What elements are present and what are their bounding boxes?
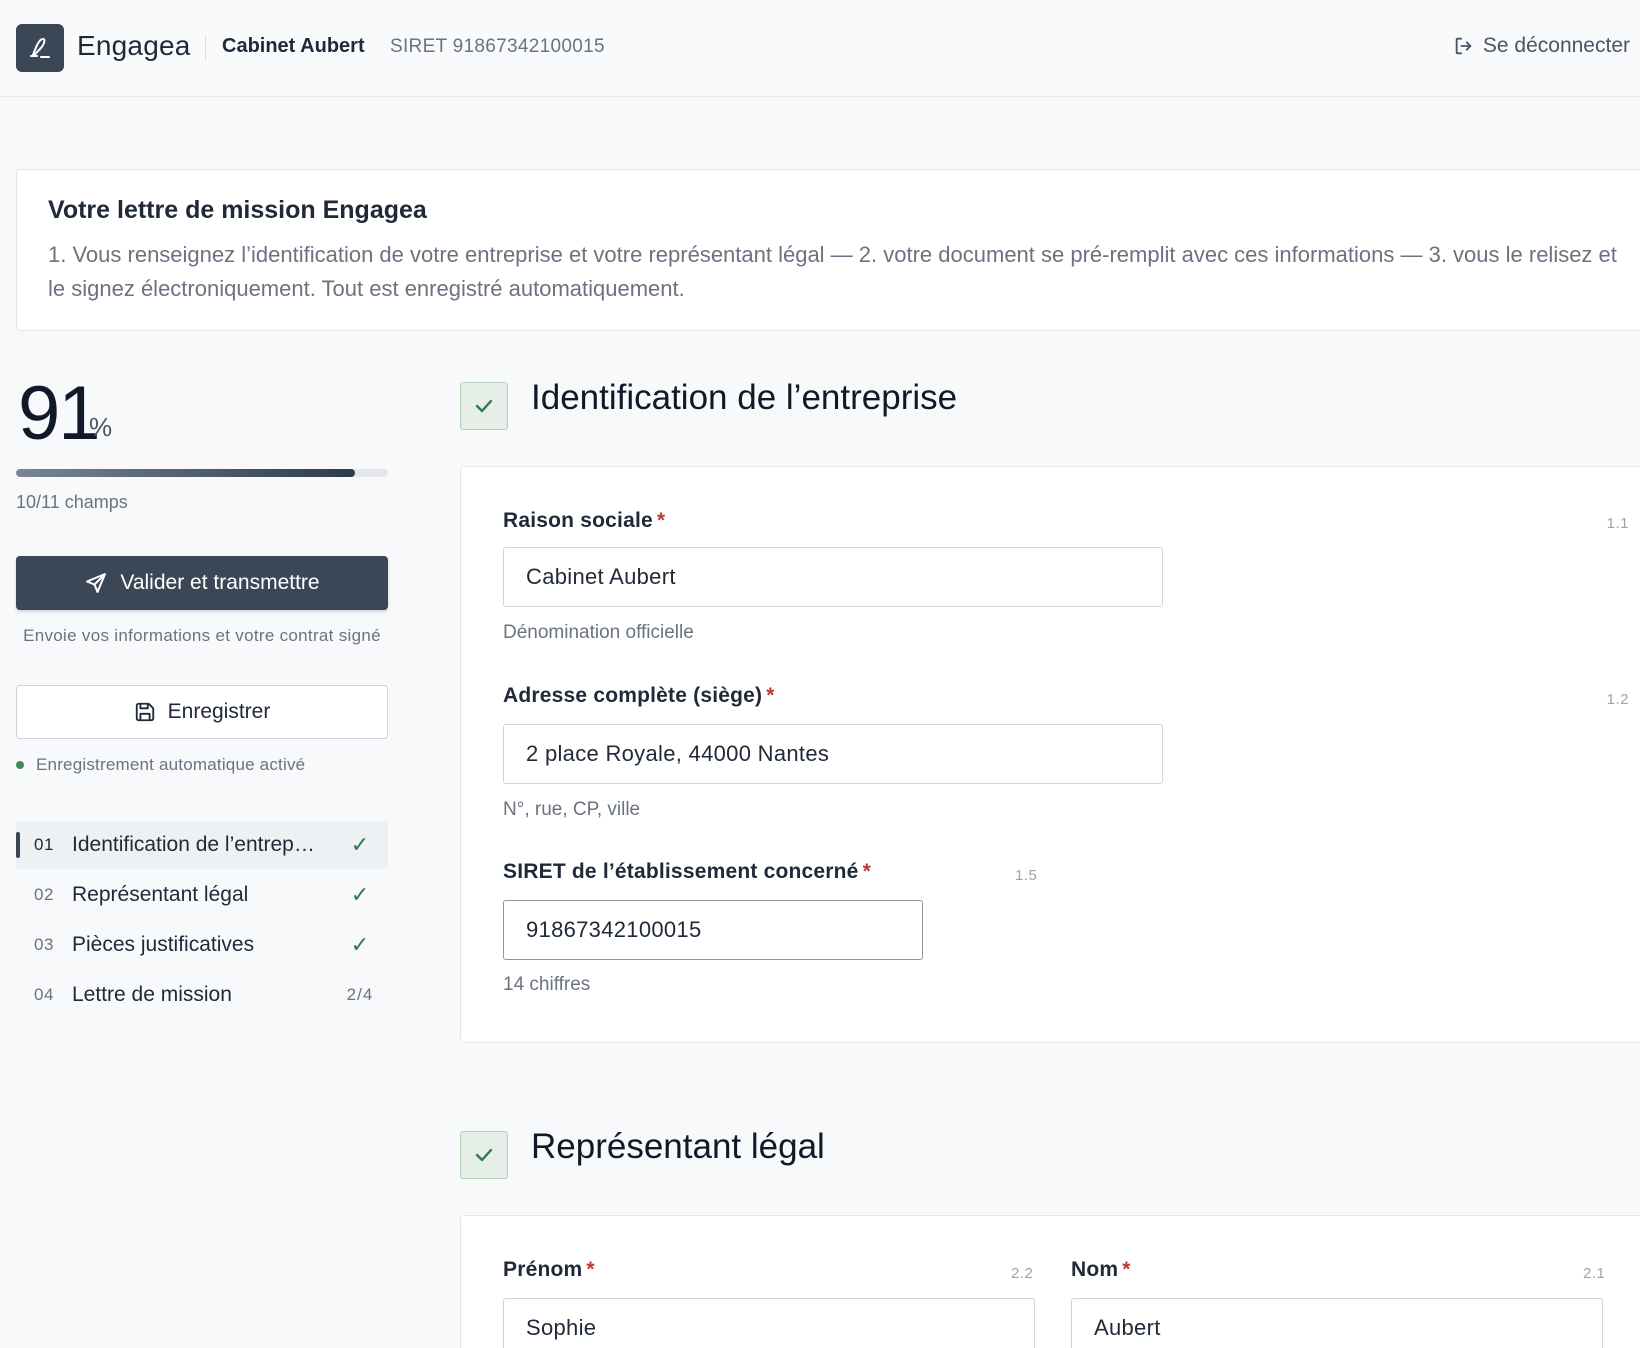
- brand-name: Engagea: [77, 30, 191, 61]
- floppy-disk-icon: [135, 702, 154, 722]
- nav-item-count: 2/4: [346, 985, 374, 1004]
- progress-bar: [16, 469, 388, 477]
- nav-item-label: Représentant légal: [72, 883, 249, 906]
- field-help: N°, rue, CP, ville: [503, 799, 641, 820]
- header-siret: SIRET 91867342100015: [390, 36, 605, 57]
- nav-item-label: Pièces justificatives: [72, 933, 255, 956]
- section-nav: 01 Identification de l’entrep… ✓ 02 Repr…: [16, 821, 388, 1021]
- intro-title: Votre lettre de mission Engagea: [48, 196, 427, 224]
- logout-label: Se déconnecter: [1482, 34, 1630, 57]
- status-dot-icon: [16, 761, 24, 769]
- nav-item-label: Identification de l’entrep…: [72, 833, 315, 856]
- company-name: Cabinet Aubert: [222, 35, 365, 57]
- field-ref: 1.2: [1606, 691, 1629, 708]
- section-title-identification: Identification de l’entreprise: [531, 378, 958, 417]
- field-ref: 1.5: [1015, 867, 1038, 884]
- check-icon: ✓: [350, 882, 370, 907]
- identification-card: Raison sociale * 1.1 Cabinet Aubert Dénom…: [460, 466, 1640, 1043]
- field-label-adresse: Adresse complète (siège) *: [503, 684, 775, 707]
- field-ref: 1.1: [1606, 515, 1629, 532]
- prenom-input[interactable]: Sophie: [503, 1298, 1035, 1348]
- nav-item-lettre[interactable]: 04 Lettre de mission 2/4: [16, 971, 388, 1019]
- adresse-input[interactable]: 2 place Royale, 44000 Nantes: [503, 724, 1163, 784]
- siret-input[interactable]: 91867342100015: [503, 900, 923, 960]
- field-label-raison-sociale: Raison sociale *: [503, 509, 666, 532]
- check-icon: ✓: [350, 932, 370, 957]
- field-label-prenom: Prénom *: [503, 1258, 595, 1281]
- check-icon: ✓: [350, 832, 370, 857]
- validate-button[interactable]: Valider et transmettre: [16, 556, 388, 610]
- intro-text: 1. Vous renseignez l’identification de v…: [48, 242, 1617, 301]
- validate-description: Envoie vos informations et votre contrat…: [23, 626, 381, 645]
- field-ref: 2.1: [1583, 1265, 1606, 1282]
- nav-item-number: 03: [34, 935, 54, 954]
- progress-percent: 91: [18, 371, 101, 456]
- signature-logo-icon[interactable]: [16, 24, 64, 72]
- field-label-siret: SIRET de l’établissement concerné *: [503, 860, 871, 883]
- nav-item-number: 04: [34, 985, 54, 1004]
- field-label-nom: Nom *: [1071, 1258, 1131, 1281]
- progress-bar-fill: [16, 469, 355, 477]
- nav-item-pieces[interactable]: 03 Pièces justificatives ✓: [16, 921, 388, 969]
- nav-item-number: 02: [34, 885, 54, 904]
- validate-label: Valider et transmettre: [120, 571, 320, 594]
- section-title-representant: Représentant légal: [531, 1127, 825, 1166]
- nav-item-label: Lettre de mission: [72, 983, 232, 1006]
- autosave-status: Enregistrement automatique activé: [16, 755, 305, 775]
- fields-count: 10/11 champs: [16, 492, 128, 512]
- nav-item-number: 01: [34, 835, 54, 854]
- save-label: Enregistrer: [167, 700, 271, 723]
- field-help: 14 chiffres: [503, 974, 591, 995]
- nav-item-identification[interactable]: 01 Identification de l’entrep… ✓: [16, 821, 388, 869]
- top-bar: Engagea Cabinet Aubert SIRET 91867342100…: [0, 0, 1640, 97]
- send-icon: [86, 573, 107, 593]
- nom-input[interactable]: Aubert: [1071, 1298, 1603, 1348]
- header-divider: [205, 35, 206, 61]
- logout-icon: [1455, 37, 1472, 55]
- representant-card: Prénom * 2.2 Sophie Nom * 2.1 Aubert: [460, 1215, 1640, 1348]
- nav-item-representant[interactable]: 02 Représentant légal ✓: [16, 871, 388, 919]
- raison-sociale-input[interactable]: Cabinet Aubert: [503, 547, 1163, 607]
- section-complete-check-icon: [460, 1131, 508, 1179]
- autosave-label: Enregistrement automatique activé: [36, 755, 306, 774]
- section-complete-check-icon: [460, 382, 508, 430]
- progress-percent-sign: %: [89, 412, 113, 442]
- field-help: Dénomination officielle: [503, 622, 694, 643]
- logout-button[interactable]: Se déconnecter: [1453, 34, 1630, 58]
- save-button[interactable]: Enregistrer: [16, 685, 388, 739]
- field-ref: 2.2: [1011, 1265, 1034, 1282]
- intro-card: Votre lettre de mission Engagea 1. Vous …: [16, 169, 1640, 331]
